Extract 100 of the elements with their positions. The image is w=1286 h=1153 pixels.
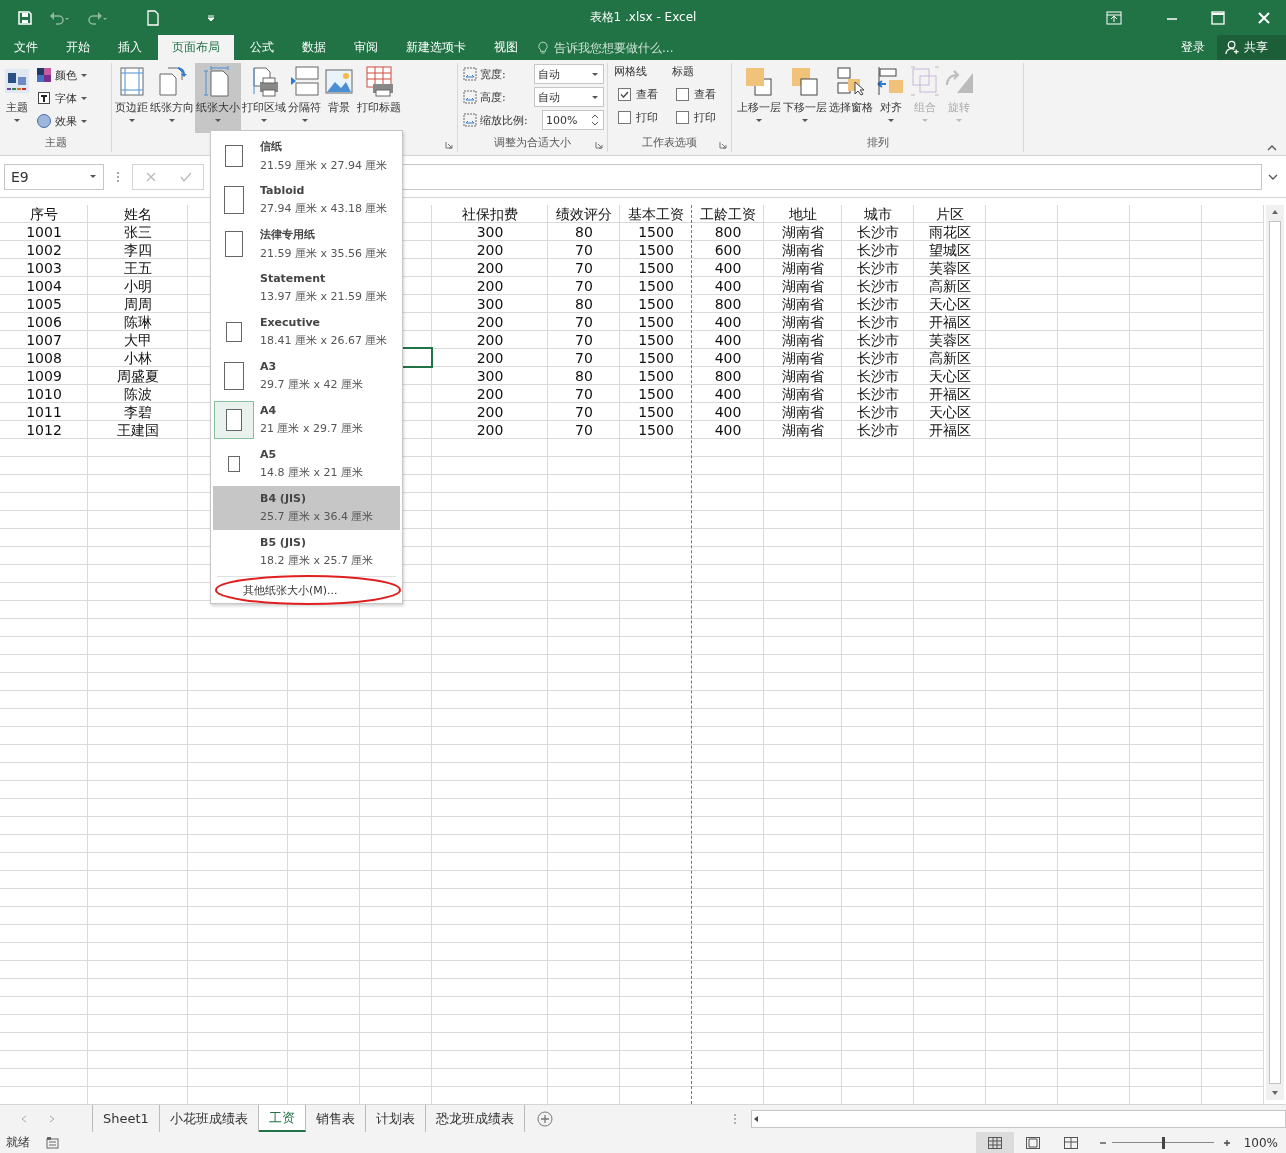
table-cell: 70 bbox=[575, 332, 593, 348]
window-title: 表格1 .xlsx - Excel bbox=[589, 9, 697, 26]
theme-option-button[interactable]: 字体 bbox=[34, 87, 90, 109]
sheet-tab[interactable]: 工资 bbox=[258, 1105, 306, 1132]
ribbon-tab[interactable]: 开始 bbox=[52, 35, 104, 60]
ribbon-display-icon[interactable] bbox=[1106, 10, 1122, 25]
ribbon-tab[interactable]: 页面布局 bbox=[158, 35, 234, 60]
maximize-icon[interactable] bbox=[1210, 10, 1226, 25]
horizontal-scrollbar[interactable] bbox=[750, 1109, 1286, 1128]
ribbon-tab[interactable]: 插入 bbox=[104, 35, 156, 60]
size-dropdown[interactable]: 自动 bbox=[534, 87, 604, 107]
checkbox-label[interactable]: 查看 bbox=[636, 87, 658, 102]
normal-view-icon[interactable] bbox=[975, 1132, 1014, 1153]
theme-option-button[interactable]: 效果 bbox=[34, 110, 90, 132]
arrange-button[interactable]: 对齐 bbox=[874, 63, 908, 133]
name-box[interactable]: E9 bbox=[4, 163, 104, 190]
expand-formula-icon[interactable] bbox=[1268, 173, 1278, 180]
page-setup-button[interactable]: 纸张方向 bbox=[149, 63, 195, 133]
paper-size-item[interactable]: Tabloid 27.94 厘米 x 43.18 厘米 bbox=[213, 178, 400, 222]
sign-in-link[interactable]: 登录 bbox=[1181, 39, 1217, 56]
scale-spinner[interactable]: 100% bbox=[542, 110, 604, 130]
table-cell: 300 bbox=[476, 224, 504, 240]
table-cell: 200 bbox=[476, 404, 504, 420]
table-cell: 张三 bbox=[124, 224, 152, 240]
table-cell: 高新区 bbox=[929, 278, 971, 294]
add-sheet-icon[interactable] bbox=[536, 1110, 553, 1127]
checkbox[interactable] bbox=[618, 111, 631, 124]
paper-size-item[interactable]: 法律专用纸 21.59 厘米 x 35.56 厘米 bbox=[213, 222, 400, 266]
table-cell: 1500 bbox=[638, 224, 674, 240]
page-setup-button[interactable]: 页边距 bbox=[114, 63, 149, 133]
table-cell: 1500 bbox=[638, 404, 674, 420]
caret-icon bbox=[591, 71, 599, 77]
dialog-launcher-icon[interactable] bbox=[595, 141, 603, 149]
zoom-in-icon[interactable] bbox=[1221, 1137, 1232, 1148]
zoom-level[interactable]: 100% bbox=[1235, 1135, 1286, 1150]
page-setup-button[interactable]: 分隔符 bbox=[287, 63, 322, 133]
scroll-down-icon[interactable] bbox=[1271, 1089, 1279, 1097]
drag-handle-icon[interactable] bbox=[732, 1111, 737, 1126]
table-cell: 湖南省 bbox=[782, 368, 824, 384]
table-cell: 湖南省 bbox=[782, 260, 824, 276]
redo-icon[interactable] bbox=[86, 9, 110, 26]
effects-icon bbox=[36, 113, 52, 129]
table-cell: 芙蓉区 bbox=[929, 332, 971, 348]
ribbon-tab[interactable]: 数据 bbox=[288, 35, 340, 60]
ribbon-tab[interactable]: 审阅 bbox=[340, 35, 392, 60]
new-document-icon[interactable] bbox=[144, 9, 162, 26]
size-dropdown[interactable]: 自动 bbox=[534, 64, 604, 84]
dialog-launcher-icon[interactable] bbox=[719, 141, 727, 149]
dialog-launcher-icon[interactable] bbox=[445, 141, 453, 149]
table-cell: 1004 bbox=[26, 278, 62, 294]
themes-button[interactable]: 主题 bbox=[0, 63, 34, 133]
paper-size-item[interactable]: Statement 13.97 厘米 x 21.59 厘米 bbox=[213, 266, 400, 310]
group-label: 主题 bbox=[44, 135, 67, 151]
ribbon-tab[interactable]: 新建选项卡 bbox=[392, 35, 480, 60]
table-cell: 70 bbox=[575, 260, 593, 276]
table-cell: 王建国 bbox=[117, 422, 159, 438]
zoom-slider[interactable] bbox=[1111, 1136, 1214, 1149]
checkbox-label[interactable]: 打印 bbox=[694, 110, 716, 125]
table-cell: 200 bbox=[476, 332, 504, 348]
table-cell: 1003 bbox=[26, 260, 62, 276]
checkbox[interactable] bbox=[676, 111, 689, 124]
paper-size-item[interactable]: A4 21 厘米 x 29.7 厘米 bbox=[213, 398, 400, 442]
checkbox-label[interactable]: 查看 bbox=[694, 87, 716, 102]
paper-size-item[interactable]: B4 (JIS) 25.7 厘米 x 36.4 厘米 bbox=[213, 486, 400, 530]
ribbon-tab[interactable]: 视图 bbox=[480, 35, 532, 60]
paper-size-item[interactable]: A3 29.7 厘米 x 42 厘米 bbox=[213, 354, 400, 398]
page-icon bbox=[226, 409, 242, 431]
paper-size-item[interactable]: B5 (JIS) 18.2 厘米 x 25.7 厘米 bbox=[213, 530, 400, 574]
close-icon[interactable] bbox=[1256, 10, 1272, 25]
arrange-button[interactable]: 上移一层 bbox=[736, 63, 782, 133]
save-icon[interactable] bbox=[16, 9, 34, 26]
status-text: 就绪 bbox=[5, 1134, 30, 1151]
scroll-up-icon[interactable] bbox=[1271, 208, 1279, 216]
macro-record-icon[interactable] bbox=[46, 1135, 60, 1150]
page-setup-button[interactable]: 纸张大小 bbox=[195, 63, 241, 133]
paper-size-item[interactable]: Executive 18.41 厘米 x 26.67 厘米 bbox=[213, 310, 400, 354]
checkbox[interactable] bbox=[676, 88, 689, 101]
vertical-scrollbar[interactable] bbox=[1266, 205, 1284, 1100]
paper-size-item[interactable]: A5 14.8 厘米 x 21 厘米 bbox=[213, 442, 400, 486]
checkbox[interactable] bbox=[618, 88, 631, 101]
ribbon-tab[interactable]: 公式 bbox=[236, 35, 288, 60]
table-cell: 1500 bbox=[638, 260, 674, 276]
tell-me-field[interactable]: 告诉我您想要做什么... bbox=[552, 39, 716, 56]
page-icon bbox=[224, 362, 244, 390]
ribbon-tab[interactable]: 文件 bbox=[0, 35, 52, 60]
table-cell: 400 bbox=[714, 422, 742, 438]
collapse-ribbon-icon[interactable] bbox=[1267, 145, 1277, 151]
spinner-arrows-icon bbox=[591, 113, 599, 127]
caret-icon bbox=[89, 174, 97, 179]
arrange-button[interactable]: 选择窗格 bbox=[828, 63, 874, 133]
theme-option-button[interactable]: 颜色 bbox=[34, 64, 90, 86]
paper-size-item[interactable]: 信纸 21.59 厘米 x 27.94 厘米 bbox=[213, 134, 400, 178]
table-cell: 高新区 bbox=[929, 350, 971, 366]
table-cell: 长沙市 bbox=[857, 314, 899, 330]
arrange-button[interactable]: 下移一层 bbox=[782, 63, 828, 133]
drag-handle-icon[interactable] bbox=[116, 169, 120, 184]
share-button[interactable]: 共享 bbox=[1217, 35, 1286, 60]
table-cell: 600 bbox=[714, 242, 742, 258]
page-icon bbox=[224, 186, 244, 214]
checkbox-label[interactable]: 打印 bbox=[636, 110, 658, 125]
